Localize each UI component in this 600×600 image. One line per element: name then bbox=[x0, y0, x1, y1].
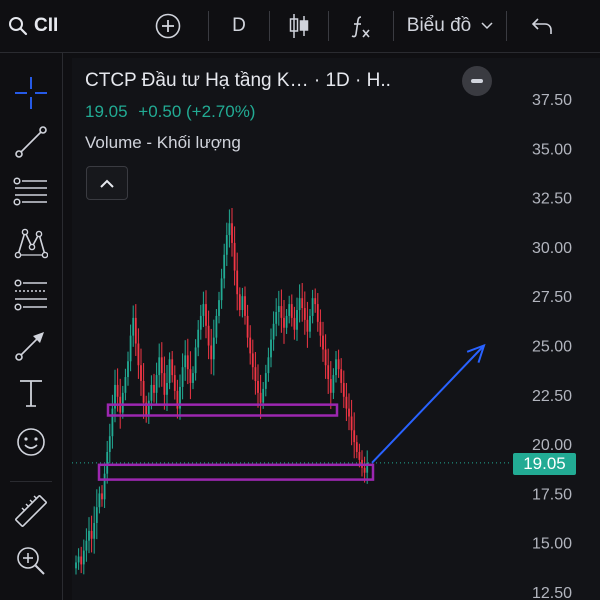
chart-style-button[interactable] bbox=[270, 0, 328, 52]
arrow-tool[interactable] bbox=[0, 323, 62, 367]
indicators-button[interactable] bbox=[329, 0, 393, 52]
legend-volume-label: Volume - Khối lượng bbox=[85, 133, 241, 152]
undo-icon bbox=[531, 18, 552, 34]
forecast-tool[interactable] bbox=[0, 273, 62, 317]
chevron-up-icon bbox=[100, 179, 114, 188]
legend-price-change: 19.05 +0.50 (+2.70%) bbox=[85, 102, 255, 122]
minus-icon bbox=[471, 79, 483, 83]
symbol-search[interactable]: CII bbox=[0, 0, 128, 52]
trend-line-icon bbox=[15, 126, 47, 158]
emoji-tool[interactable] bbox=[0, 420, 62, 464]
candles-icon bbox=[289, 14, 309, 38]
collapse-legend-button[interactable] bbox=[86, 166, 128, 200]
top-toolbar: CII D Biểu đồ bbox=[0, 0, 600, 53]
undo-button[interactable] bbox=[507, 0, 577, 52]
compare-button[interactable] bbox=[128, 0, 208, 52]
chart-type-dropdown[interactable]: Biểu đồ bbox=[394, 0, 506, 52]
add-icon bbox=[155, 13, 181, 39]
function-icon bbox=[351, 16, 370, 38]
zoom-in-icon bbox=[17, 547, 45, 575]
arrow-icon bbox=[15, 332, 44, 361]
crosshair-tool[interactable] bbox=[0, 71, 62, 115]
chart-type-label: Biểu đồ bbox=[406, 15, 472, 36]
interval-button[interactable]: D bbox=[209, 0, 269, 52]
chevron-down-icon bbox=[481, 22, 493, 30]
fib-icon bbox=[13, 177, 47, 206]
zoom-in-tool[interactable] bbox=[0, 539, 62, 583]
interval-label: D bbox=[232, 15, 246, 36]
pattern-tool[interactable] bbox=[0, 221, 62, 265]
search-icon bbox=[9, 17, 28, 36]
pattern-icon bbox=[14, 228, 48, 259]
symbol-label: CII bbox=[34, 15, 59, 36]
text-icon bbox=[20, 380, 42, 407]
legend-title: CTCP Đầu tư Hạ tầng K… · 1D · H.. bbox=[85, 70, 391, 91]
sidebar-divider bbox=[10, 481, 52, 482]
drawing-toolbar bbox=[0, 53, 63, 600]
ruler-icon bbox=[15, 495, 47, 527]
ruler-tool[interactable] bbox=[0, 489, 62, 533]
emoji-icon bbox=[17, 428, 45, 456]
current-price-badge: 19.05 bbox=[513, 453, 576, 475]
legend-price: 19.05 bbox=[85, 102, 128, 121]
text-tool[interactable] bbox=[0, 371, 62, 415]
hide-legend-button[interactable] bbox=[462, 66, 492, 96]
forecast-icon bbox=[14, 279, 47, 311]
crosshair-icon bbox=[15, 77, 47, 109]
fib-tool[interactable] bbox=[0, 171, 62, 215]
legend-change: +0.50 (+2.70%) bbox=[138, 102, 256, 121]
trend-line-tool[interactable] bbox=[0, 120, 62, 164]
